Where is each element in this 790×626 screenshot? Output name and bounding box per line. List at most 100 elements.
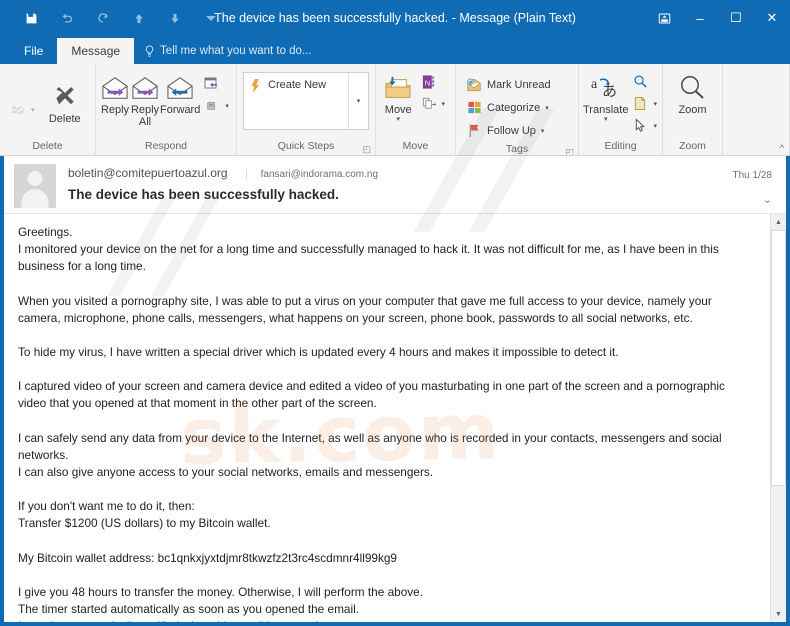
ribbon: ▾ Delete Delete Reply Reply All Forward … bbox=[0, 64, 790, 156]
quick-step-label: Create New bbox=[268, 79, 327, 91]
reply-all-envelope-icon bbox=[130, 72, 160, 104]
close-button[interactable]: ✕ bbox=[754, 0, 790, 36]
zoom-button[interactable]: Zoom bbox=[669, 69, 716, 116]
group-label-delete: Delete bbox=[32, 140, 63, 152]
ignore-button[interactable]: ▾ bbox=[6, 100, 39, 121]
reply-all-button[interactable]: Reply All bbox=[130, 69, 160, 128]
arrow-up-icon[interactable] bbox=[122, 4, 156, 32]
lightning-icon bbox=[250, 79, 262, 96]
forward-envelope-icon bbox=[165, 72, 195, 104]
forward-label: Forward bbox=[160, 104, 201, 116]
mark-unread-label: Mark Unread bbox=[487, 78, 551, 91]
group-label-tags: Tags ◰ bbox=[456, 141, 578, 155]
onenote-button[interactable]: N bbox=[416, 71, 449, 92]
reply-envelope-icon bbox=[100, 72, 130, 104]
move-button[interactable]: Move ▾ bbox=[380, 69, 416, 123]
group-label-editing: Editing bbox=[604, 140, 637, 152]
arrow-down-icon[interactable] bbox=[158, 4, 192, 32]
redo-icon[interactable] bbox=[86, 4, 120, 32]
tags-dialog-launcher[interactable]: ◰ bbox=[565, 144, 574, 155]
scroll-track[interactable] bbox=[771, 230, 786, 606]
quick-steps-gallery[interactable]: Create New ▾ bbox=[243, 72, 369, 130]
delete-label: Delete bbox=[48, 112, 81, 125]
quick-step-create-new[interactable]: Create New bbox=[244, 73, 348, 129]
undo-icon[interactable] bbox=[50, 4, 84, 32]
more-respond-button[interactable]: ▾ bbox=[200, 95, 233, 116]
translate-button[interactable]: aあ Translate ▾ bbox=[583, 69, 628, 123]
zoom-label: Zoom bbox=[678, 104, 707, 116]
ribbon-group-move: Move ▾ N ▾ Move bbox=[376, 64, 456, 155]
minimize-button[interactable]: – bbox=[682, 0, 718, 36]
forward-button[interactable]: Forward bbox=[160, 69, 200, 116]
message-body[interactable]: Greetings. I monitored your device on th… bbox=[4, 214, 770, 622]
recipient-address[interactable]: fansari@indorama.com.ng bbox=[245, 169, 378, 180]
find-magnifier-icon bbox=[632, 74, 648, 90]
body-paragraph: I captured video of your screen and came… bbox=[18, 379, 725, 411]
categorize-button[interactable]: Categorize ▾ bbox=[462, 97, 555, 118]
more-respond-icon bbox=[204, 98, 220, 114]
ribbon-group-editing: aあ Translate ▾ ▾ ▾ Editing bbox=[579, 64, 663, 155]
chevron-down-icon[interactable]: ⌄ bbox=[763, 193, 772, 206]
calendar-reply-icon bbox=[204, 76, 220, 92]
tab-message[interactable]: Message bbox=[57, 38, 135, 64]
message-subject: The device has been successfully hacked. bbox=[68, 187, 339, 202]
body-paragraph-bitcoin-address: My Bitcoin wallet address: bc1qnkxjyxtdj… bbox=[18, 550, 397, 565]
categorize-caret-icon: ▾ bbox=[545, 104, 549, 112]
ignore-caret-icon: ▾ bbox=[31, 107, 35, 114]
quick-steps-more-icon[interactable]: ▾ bbox=[348, 73, 368, 129]
mark-unread-icon bbox=[466, 77, 482, 93]
scroll-up-arrow[interactable]: ▲ bbox=[771, 214, 786, 230]
follow-up-button[interactable]: Follow Up ▾ bbox=[462, 120, 555, 141]
avatar-body bbox=[21, 189, 49, 208]
delete-button[interactable]: Delete bbox=[41, 78, 89, 125]
ignore-icon bbox=[10, 102, 26, 118]
select-caret-icon: ▾ bbox=[653, 122, 657, 130]
sender-address[interactable]: boletin@comitepuertoazul.org bbox=[68, 166, 228, 180]
mark-unread-button[interactable]: Mark Unread bbox=[462, 74, 555, 95]
translate-caret-icon[interactable]: ▾ bbox=[604, 116, 608, 123]
ribbon-group-respond: Reply Reply All Forward ▾ Respond bbox=[96, 64, 237, 155]
chevron-down-icon[interactable] bbox=[194, 4, 228, 32]
quick-steps-dialog-launcher[interactable]: ◰ bbox=[362, 141, 371, 155]
categorize-label: Categorize bbox=[487, 101, 541, 114]
related-button[interactable]: ▾ bbox=[628, 93, 661, 114]
ribbon-filler bbox=[723, 64, 790, 155]
onenote-icon: N bbox=[420, 74, 436, 90]
ribbon-tab-strip: File Message Tell me what you want to do… bbox=[0, 36, 790, 64]
meeting-button[interactable] bbox=[200, 73, 233, 94]
svg-text:あ: あ bbox=[602, 83, 617, 100]
outlook-message-window: The device has been successfully hacked.… bbox=[0, 0, 790, 626]
title-bar: The device has been successfully hacked.… bbox=[0, 0, 790, 36]
select-button[interactable]: ▾ bbox=[628, 115, 661, 136]
move-caret-icon[interactable]: ▾ bbox=[396, 116, 400, 123]
vertical-scrollbar[interactable]: ▲ ▼ bbox=[770, 214, 786, 622]
follow-up-label: Follow Up bbox=[487, 124, 536, 137]
maximize-button[interactable]: ☐ bbox=[718, 0, 754, 36]
body-paragraph-payment: If you don't want me to do it, then: Tra… bbox=[18, 499, 271, 531]
translate-icon: aあ bbox=[591, 72, 621, 104]
categorize-icon bbox=[466, 100, 482, 116]
reply-button[interactable]: Reply bbox=[100, 69, 130, 116]
collapse-ribbon-button[interactable]: ^ bbox=[780, 143, 784, 153]
ribbon-group-quick-steps: Create New ▾ Quick Steps ◰ bbox=[237, 64, 376, 155]
save-icon[interactable] bbox=[14, 4, 48, 32]
avatar bbox=[14, 164, 56, 208]
rules-button[interactable]: ▾ bbox=[416, 93, 449, 114]
related-caret-icon: ▾ bbox=[653, 100, 657, 108]
tell-me-search[interactable]: Tell me what you want to do... bbox=[134, 38, 322, 64]
rules-caret-icon: ▾ bbox=[441, 100, 445, 108]
body-paragraph-deadline: I give you 48 hours to transfer the mone… bbox=[18, 584, 423, 622]
ribbon-group-tags: Mark Unread Categorize ▾ Follow Up ▾ Tag… bbox=[456, 64, 579, 155]
group-label-move: Move bbox=[402, 140, 429, 152]
scroll-down-arrow[interactable]: ▼ bbox=[771, 606, 786, 622]
body-paragraph: When you visited a pornography site, I w… bbox=[18, 293, 712, 325]
svg-text:a: a bbox=[591, 77, 598, 92]
find-button[interactable] bbox=[628, 71, 661, 92]
ribbon-display-options-icon[interactable] bbox=[646, 0, 682, 36]
tab-file[interactable]: File bbox=[10, 38, 57, 64]
delete-x-icon bbox=[51, 81, 79, 113]
avatar-head bbox=[27, 171, 43, 186]
quick-access-toolbar bbox=[0, 4, 228, 32]
scroll-thumb[interactable] bbox=[771, 230, 786, 486]
rules-icon bbox=[420, 96, 436, 112]
